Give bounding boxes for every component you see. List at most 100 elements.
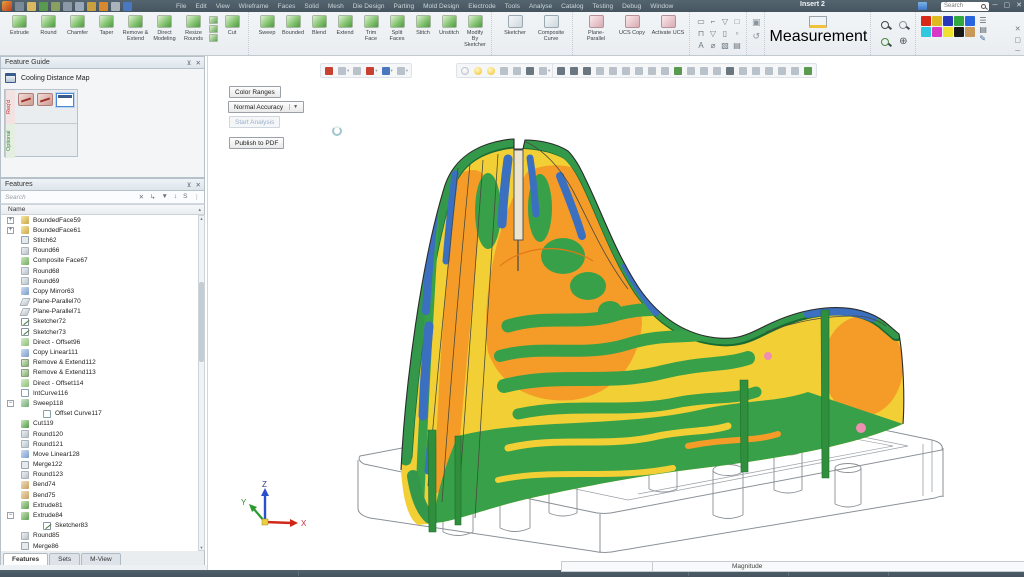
color-swatch[interactable]	[943, 16, 953, 26]
annotation-icon[interactable]: ▽	[719, 16, 731, 28]
annotation-icon[interactable]: ▽	[707, 28, 719, 40]
menu-item[interactable]: Mold Design	[423, 3, 459, 10]
viewport[interactable]: ▾ ▾ ▾ ▾	[207, 56, 1024, 570]
history-icon[interactable]: ▣	[752, 17, 761, 27]
menu-item[interactable]: Die Design	[353, 3, 385, 10]
ribbon-button[interactable]: Remove & Extend	[122, 14, 149, 42]
search-tool-icon[interactable]: ↕	[174, 193, 177, 201]
color-swatch[interactable]	[954, 16, 964, 26]
ribbon-button[interactable]: Chamfer	[64, 14, 91, 42]
color-swatch[interactable]	[932, 27, 942, 37]
ribbon-button-cut[interactable]: Cut	[220, 14, 244, 36]
tree-item[interactable]: Remove & Extend113	[1, 368, 198, 378]
annotation-icon[interactable]: ▤	[731, 40, 743, 52]
tree-item[interactable]: Sketcher73	[1, 327, 198, 337]
ribbon-button[interactable]: Stitch	[411, 14, 435, 48]
menu-item[interactable]: Wireframe	[239, 3, 269, 10]
ribbon-button[interactable]: Activate UCS	[651, 14, 685, 42]
tree-item[interactable]: Round121	[1, 439, 198, 449]
tree-item[interactable]: Merge122	[1, 460, 198, 470]
doc-restore-icon[interactable]: ▢	[1014, 37, 1021, 44]
tree-item[interactable]: Plane-Parallel70	[1, 297, 198, 307]
quick-access-icon[interactable]	[123, 2, 132, 11]
mini-feature-stack[interactable]	[209, 16, 218, 42]
tree-item[interactable]: Merge86	[1, 541, 198, 551]
search-box[interactable]: Search	[941, 2, 989, 11]
menu-item[interactable]: Mesh	[328, 3, 344, 10]
tree-item[interactable]: Copy Linear111	[1, 347, 198, 357]
color-swatch[interactable]	[943, 27, 953, 37]
annotation-icon[interactable]: ▭	[695, 16, 707, 28]
features-search-input[interactable]: Search	[5, 194, 133, 201]
tree-item[interactable]: IntCurve116	[1, 388, 198, 398]
mold-face-icon[interactable]	[37, 93, 53, 106]
search-tool-icon[interactable]: ✕	[139, 193, 144, 201]
tree-item[interactable]: Round68	[1, 266, 198, 276]
save-state-icon[interactable]	[918, 2, 927, 10]
menu-item[interactable]: File	[176, 3, 186, 10]
tree-item[interactable]: − Extrude84	[1, 510, 198, 520]
tree-item[interactable]: Sketcher72	[1, 317, 198, 327]
color-swatch[interactable]	[921, 27, 931, 37]
annotation-icon[interactable]: ⌀	[707, 40, 719, 52]
panel-tab[interactable]: Features	[3, 553, 48, 565]
tree-item[interactable]: Direct - Offset114	[1, 378, 198, 388]
tree-item[interactable]: + BoundedFace61	[1, 225, 198, 235]
quick-access-icon[interactable]	[27, 2, 36, 11]
measurement-button[interactable]: Measurement	[770, 16, 868, 46]
close-icon[interactable]: ✕	[196, 59, 201, 67]
scrollbar-thumb[interactable]	[199, 282, 204, 362]
doc-minimize-icon[interactable]: ─	[1014, 48, 1021, 55]
tab-required[interactable]: Req'd	[5, 90, 15, 124]
doc-close-icon[interactable]: ✕	[1014, 26, 1021, 33]
ribbon-button[interactable]: Composite Curve	[534, 14, 568, 42]
features-column-header[interactable]: Name ▴	[0, 204, 205, 215]
quick-access-icon[interactable]	[99, 2, 108, 11]
3d-model[interactable]: Z X Y	[208, 56, 1024, 570]
close-icon[interactable]: ✕	[196, 181, 201, 189]
app-logo-icon[interactable]	[2, 1, 12, 11]
line-weight-icon[interactable]: ☰	[979, 16, 987, 25]
quick-access-icon[interactable]	[63, 2, 72, 11]
zoom-in-icon[interactable]	[876, 16, 894, 33]
tree-item[interactable]: Extrude81	[1, 500, 198, 510]
annotation-icon[interactable]: ▫	[731, 28, 743, 40]
ribbon-button[interactable]: Taper	[93, 14, 120, 42]
annotation-icon[interactable]: A	[695, 40, 707, 52]
menu-item[interactable]: Tools	[505, 3, 520, 10]
menu-item[interactable]: Testing	[592, 3, 613, 10]
history-icon[interactable]: ↺	[752, 31, 760, 41]
quick-access-icon[interactable]	[87, 2, 96, 11]
tree-item[interactable]: + BoundedFace59	[1, 215, 198, 225]
tree-item[interactable]: Composite Face67	[1, 256, 198, 266]
search-tool-icon[interactable]: S	[183, 193, 187, 201]
quick-access-icon[interactable]	[111, 2, 120, 11]
tab-optional[interactable]: Optional	[5, 124, 15, 158]
quick-access-icon[interactable]	[51, 2, 60, 11]
tree-item[interactable]: Bend75	[1, 490, 198, 500]
ribbon-button[interactable]: Sweep	[255, 14, 279, 48]
tree-scrollbar[interactable]: ▲ ▼	[198, 215, 205, 551]
color-swatch[interactable]	[954, 27, 964, 37]
quick-access-icon[interactable]	[75, 2, 84, 11]
tree-item[interactable]: Direct - Offset96	[1, 337, 198, 347]
ribbon-button[interactable]: Direct Modeling	[151, 14, 178, 42]
annotation-icon[interactable]: □	[731, 16, 743, 28]
tree-item[interactable]: Plane-Parallel71	[1, 307, 198, 317]
tree-item[interactable]: Offset Curve117	[1, 409, 198, 419]
menu-item[interactable]: Analyse	[529, 3, 552, 10]
tree-item[interactable]: − Sweep118	[1, 398, 198, 408]
ribbon-button[interactable]: Blend	[307, 14, 331, 48]
color-swatch[interactable]	[921, 16, 931, 26]
close-button[interactable]: ✕	[1016, 0, 1022, 12]
menu-item[interactable]: Parting	[394, 3, 415, 10]
menu-item[interactable]: Window	[650, 3, 673, 10]
color-swatch[interactable]	[965, 27, 975, 37]
mold-face-icon[interactable]	[18, 93, 34, 106]
ribbon-button[interactable]: Plane-Parallel	[579, 14, 613, 42]
tree-item[interactable]: Round123	[1, 470, 198, 480]
ribbon-button[interactable]: Bounded	[281, 14, 305, 48]
panel-tab[interactable]: Sets	[49, 553, 80, 565]
annotation-icon[interactable]: ▧	[719, 40, 731, 52]
restore-button[interactable]: ▢	[1004, 0, 1011, 12]
